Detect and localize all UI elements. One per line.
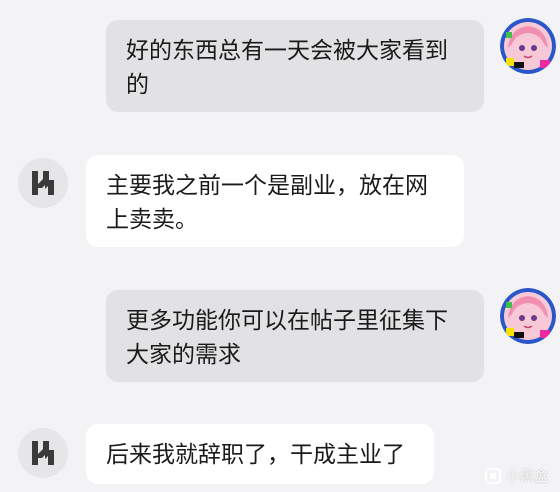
- message-text: 更多功能你可以在帖子里征集下大家的需求: [126, 308, 448, 368]
- user-avatar[interactable]: [500, 288, 556, 344]
- message-text: 好的东西总有一天会被大家看到的: [126, 38, 448, 98]
- anime-avatar-icon: [500, 288, 556, 344]
- watermark-logo-icon: [485, 468, 501, 484]
- logo-icon: [32, 171, 54, 195]
- message-bubble-incoming[interactable]: 主要我之前一个是副业，放在网上卖卖。: [86, 155, 464, 247]
- bot-avatar[interactable]: [18, 428, 68, 478]
- watermark-text: 小黑盒: [506, 469, 548, 485]
- watermark: 小黑盒: [484, 466, 548, 486]
- message-bubble-outgoing[interactable]: 好的东西总有一天会被大家看到的: [106, 20, 484, 112]
- logo-icon: [32, 441, 54, 465]
- user-avatar[interactable]: [500, 18, 556, 74]
- message-bubble-incoming[interactable]: 后来我就辞职了，干成主业了: [86, 424, 434, 484]
- message-text: 后来我就辞职了，干成主业了: [106, 442, 405, 468]
- message-bubble-outgoing[interactable]: 更多功能你可以在帖子里征集下大家的需求: [106, 290, 484, 382]
- message-text: 主要我之前一个是副业，放在网上卖卖。: [106, 173, 428, 233]
- anime-avatar-icon: [500, 18, 556, 74]
- bot-avatar[interactable]: [18, 158, 68, 208]
